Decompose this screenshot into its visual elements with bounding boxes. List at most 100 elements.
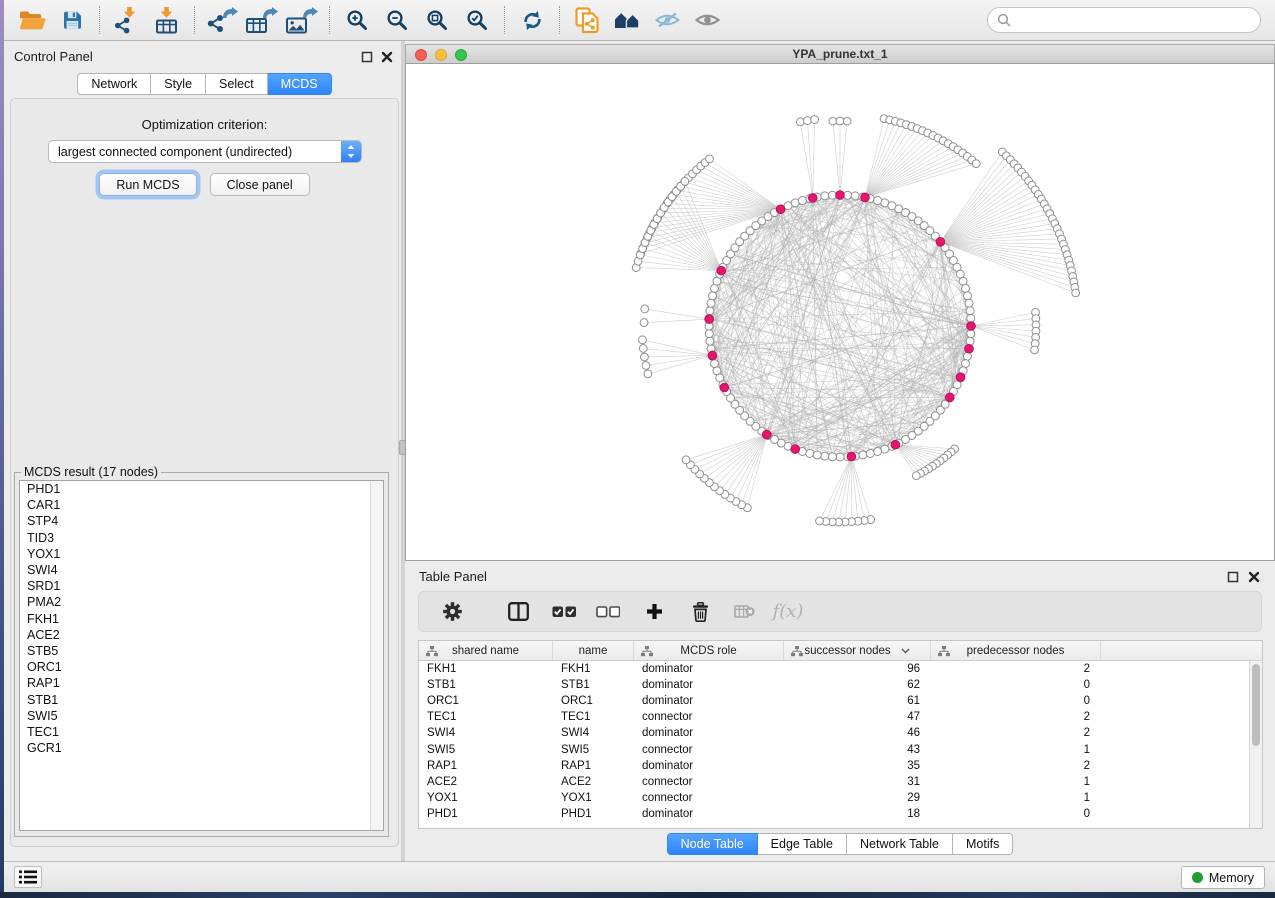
table-scrollbar[interactable] [1249,661,1262,828]
table-row[interactable]: FKH1FKH1dominator962 [419,661,1262,677]
cell-shared-name: ORC1 [419,695,553,707]
mcds-result-item[interactable]: FKH1 [20,611,383,627]
fan-edges [636,119,1075,522]
function-builder-button[interactable]: f(x) [769,596,807,628]
close-panel-icon[interactable] [381,50,393,62]
column-label: shared name [452,645,519,657]
export-table-button[interactable] [242,3,282,37]
show-column-panel-button[interactable] [499,596,537,628]
cell-name: ORC1 [553,695,634,707]
column-header-successor-nodes[interactable]: successor nodes [784,641,931,660]
criterion-select[interactable]: largest connected component (undirected) [48,140,362,163]
network-canvas[interactable] [405,63,1275,561]
mcds-result-item[interactable]: STB5 [20,643,383,659]
zoom-out-button[interactable] [377,3,417,37]
mcds-result-item[interactable]: STP4 [20,513,383,529]
show-all-button[interactable] [687,3,727,37]
mcds-result-item[interactable]: PHD1 [20,481,383,497]
float-table-panel-icon[interactable] [1227,570,1239,582]
mcds-result-item[interactable]: STB1 [20,692,383,708]
cell-mcds-role: dominator [634,695,784,707]
chevron-updown-icon [341,141,361,162]
mcds-result-item[interactable]: ORC1 [20,659,383,675]
tab-mcds[interactable]: MCDS [268,73,332,95]
delete-column-button[interactable] [681,596,719,628]
cell-successor-nodes: 62 [784,679,931,691]
cell-successor-nodes: 31 [784,776,931,788]
mcds-result-item[interactable]: SWI4 [20,562,383,578]
zoom-in-button[interactable] [337,3,377,37]
cell-predecessor-nodes: 2 [931,711,1101,723]
table-row[interactable]: ORC1ORC1dominator610 [419,693,1262,709]
list-icon [19,869,37,885]
mcds-result-item[interactable]: GCR1 [20,740,383,756]
table-row[interactable]: TEC1TEC1connector472 [419,709,1262,725]
tab-motifs[interactable]: Motifs [953,833,1013,855]
open-file-button[interactable] [12,3,52,37]
table-scrollbar-thumb[interactable] [1252,664,1260,746]
column-label: predecessor nodes [967,645,1065,657]
mcds-result-item[interactable]: YOX1 [20,546,383,562]
search-input[interactable] [1016,10,1260,30]
mcds-result-item[interactable]: RAP1 [20,675,383,691]
mcds-result-item[interactable]: SWI5 [20,708,383,724]
duplicate-network-button[interactable] [567,3,607,37]
run-mcds-button[interactable]: Run MCDS [99,173,196,196]
deselect-all-checkboxes-button[interactable] [589,596,627,628]
zoom-fit-button[interactable] [417,3,457,37]
network-titlebar[interactable]: YPA_prune.txt_1 [405,44,1275,63]
mcds-result-item[interactable]: TID3 [20,530,383,546]
import-network-button[interactable] [107,3,147,37]
cell-predecessor-nodes: 0 [931,679,1101,691]
mcds-result-list[interactable]: PHD1CAR1STP4TID3YOX1SWI4SRD1PMA2FKH1ACE2… [19,480,384,831]
float-panel-icon[interactable] [361,50,373,62]
table-row[interactable]: PHD1PHD1dominator180 [419,806,1262,822]
import-table-button[interactable] [147,3,187,37]
column-header-mcds-role[interactable]: MCDS role [634,641,784,660]
tab-edge-table[interactable]: Edge Table [758,833,847,855]
hide-selected-button[interactable] [647,3,687,37]
refresh-button[interactable] [512,3,552,37]
column-header-shared-name[interactable]: shared name [419,641,553,660]
mcds-result-item[interactable]: TEC1 [20,724,383,740]
save-session-button[interactable] [52,3,92,37]
add-column-button[interactable] [635,596,673,628]
table-row[interactable]: SWI4SWI4dominator462 [419,725,1262,741]
table-row[interactable]: RAP1RAP1dominator352 [419,758,1262,774]
settings-gear-button[interactable] [433,596,471,628]
select-all-checkboxes-button[interactable] [545,596,583,628]
import-table-icon [152,7,182,34]
mcds-result-item[interactable]: PMA2 [20,594,383,610]
table-row[interactable]: SWI5SWI5connector431 [419,741,1262,757]
mcds-result-item[interactable]: ACE2 [20,627,383,643]
memory-button[interactable]: Memory [1181,866,1265,889]
delete-table-button[interactable] [725,596,763,628]
task-history-button[interactable] [14,866,42,888]
criterion-selected-value: largest connected component (undirected) [58,145,292,159]
cell-predecessor-nodes: 1 [931,792,1101,804]
column-header-name[interactable]: name [553,641,634,660]
table-row[interactable]: YOX1YOX1connector291 [419,790,1262,806]
zoom-selected-button[interactable] [457,3,497,37]
tab-node-table[interactable]: Node Table [667,833,758,855]
export-network-button[interactable] [202,3,242,37]
column-header-predecessor-nodes[interactable]: predecessor nodes [931,641,1101,660]
cell-shared-name: TEC1 [419,711,553,723]
tab-network-table[interactable]: Network Table [847,833,953,855]
mcds-result-item[interactable]: SRD1 [20,578,383,594]
close-table-panel-icon[interactable] [1248,570,1260,582]
close-panel-button[interactable]: Close panel [210,173,310,196]
control-panel-title: Control Panel [14,49,93,64]
table-row[interactable]: STB1STB1dominator620 [419,677,1262,693]
table-panel-title: Table Panel [419,569,487,584]
node-table: shared name name MCDS role successor nod… [418,640,1263,829]
tab-network[interactable]: Network [77,73,151,95]
zoom-out-icon [386,9,409,32]
tab-style[interactable]: Style [151,73,206,95]
table-row[interactable]: ACE2ACE2connector311 [419,774,1262,790]
export-image-button[interactable] [282,3,322,37]
mcds-result-item[interactable]: CAR1 [20,497,383,513]
home-networks-button[interactable] [607,3,647,37]
list-scrollbar[interactable] [370,481,383,830]
tab-select[interactable]: Select [206,73,268,95]
